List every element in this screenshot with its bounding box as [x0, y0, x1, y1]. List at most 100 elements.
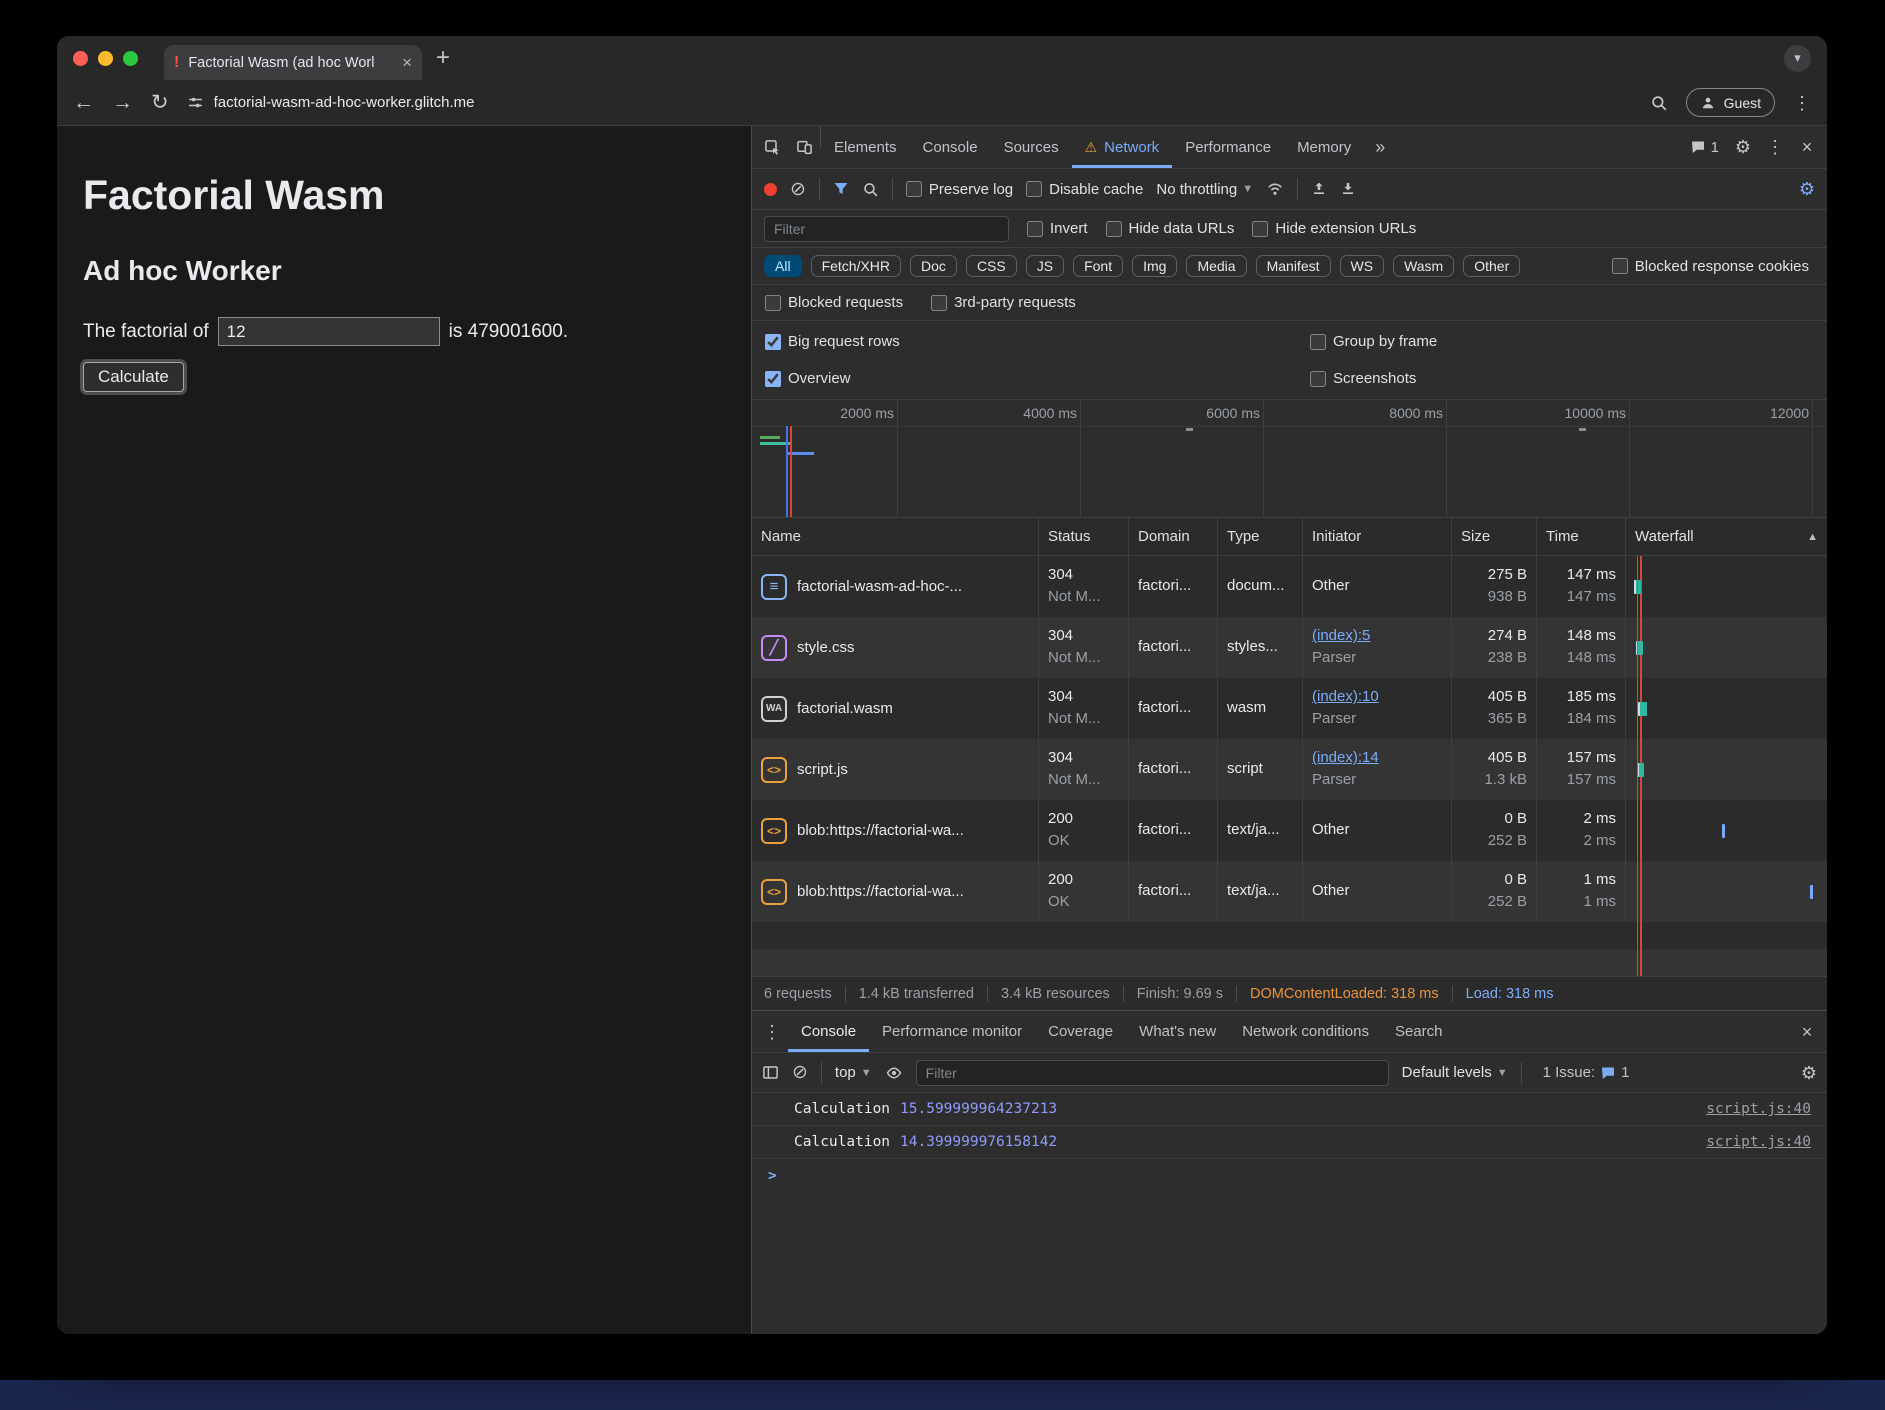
overview-checkbox[interactable]: Overview: [765, 370, 851, 387]
drawer-tab-network-conditions[interactable]: Network conditions: [1229, 1011, 1382, 1052]
record-button[interactable]: [764, 183, 777, 196]
hide-data-urls-input[interactable]: [1106, 221, 1122, 237]
drawer-tab-performance-monitor[interactable]: Performance monitor: [869, 1011, 1035, 1052]
table-row[interactable]: ╱ style.css 304 Not M... factori... styl…: [752, 617, 1827, 678]
big-request-rows-checkbox[interactable]: Big request rows: [765, 333, 900, 350]
export-har-icon[interactable]: [1340, 181, 1356, 197]
browser-tab[interactable]: ! Factorial Wasm (ad hoc Worl ×: [164, 45, 422, 80]
column-header-waterfall[interactable]: Waterfall ▲: [1626, 518, 1827, 555]
request-name-cell[interactable]: WA factorial.wasm: [752, 678, 1039, 739]
network-filter-input[interactable]: [764, 216, 1009, 242]
request-name-cell[interactable]: ╱ style.css: [752, 617, 1039, 678]
screenshots-checkbox[interactable]: Screenshots: [1310, 370, 1416, 387]
table-row[interactable]: <> blob:https://factorial-wa... 200 OK f…: [752, 800, 1827, 861]
calculate-button[interactable]: Calculate: [83, 362, 184, 392]
search-icon[interactable]: [862, 181, 879, 198]
issues-counter[interactable]: 1 Issue: 1: [1535, 1064, 1638, 1081]
third-party-requests-input[interactable]: [931, 295, 947, 311]
close-window-button[interactable]: [73, 51, 88, 66]
console-filter-input[interactable]: [916, 1060, 1389, 1086]
reload-icon[interactable]: ↻: [151, 92, 169, 113]
console-settings-gear-icon[interactable]: ⚙: [1801, 1064, 1817, 1082]
tab-memory[interactable]: Memory: [1284, 126, 1364, 168]
back-icon[interactable]: ←: [73, 92, 94, 113]
close-drawer-icon[interactable]: ×: [1791, 1011, 1823, 1052]
chip-all[interactable]: All: [764, 255, 802, 277]
chip-doc[interactable]: Doc: [910, 255, 957, 277]
chip-img[interactable]: Img: [1132, 255, 1177, 277]
chip-js[interactable]: JS: [1026, 255, 1064, 277]
initiator-link[interactable]: (index):5: [1312, 627, 1442, 646]
table-row[interactable]: <> blob:https://factorial-wa... 200 OK f…: [752, 861, 1827, 922]
forward-icon[interactable]: →: [112, 92, 133, 113]
settings-gear-icon[interactable]: ⚙: [1727, 126, 1759, 168]
overview-input[interactable]: [765, 371, 781, 387]
tab-search-button[interactable]: ▾: [1784, 45, 1811, 72]
browser-menu-icon[interactable]: ⋮: [1793, 94, 1811, 112]
column-header-initiator[interactable]: Initiator: [1303, 518, 1452, 555]
tab-performance[interactable]: Performance: [1172, 126, 1284, 168]
group-by-frame-checkbox[interactable]: Group by frame: [1310, 333, 1437, 350]
issues-button[interactable]: 1: [1682, 126, 1727, 168]
third-party-requests-checkbox[interactable]: 3rd-party requests: [931, 294, 1076, 311]
blocked-response-cookies-input[interactable]: [1612, 258, 1628, 274]
column-header-name[interactable]: Name: [752, 518, 1039, 555]
network-overview-timeline[interactable]: 2000 ms 4000 ms 6000 ms 8000 ms 10000 ms…: [752, 400, 1827, 518]
throttling-dropdown[interactable]: No throttling ▼: [1156, 181, 1253, 198]
request-name-cell[interactable]: <> blob:https://factorial-wa...: [752, 861, 1039, 922]
clear-icon[interactable]: ⊘: [790, 180, 806, 199]
chip-fetch-xhr[interactable]: Fetch/XHR: [811, 255, 901, 277]
drawer-tab-search[interactable]: Search: [1382, 1011, 1456, 1052]
drawer-tab-console[interactable]: Console: [788, 1011, 869, 1052]
chip-wasm[interactable]: Wasm: [1393, 255, 1454, 277]
device-toolbar-icon[interactable]: [788, 126, 820, 168]
minimize-window-button[interactable]: [98, 51, 113, 66]
maximize-window-button[interactable]: [123, 51, 138, 66]
column-header-time[interactable]: Time: [1537, 518, 1626, 555]
console-source-link[interactable]: script.js:40: [1706, 1101, 1811, 1117]
initiator-link[interactable]: (index):14: [1312, 749, 1442, 768]
chip-css[interactable]: CSS: [966, 255, 1017, 277]
blocked-requests-input[interactable]: [765, 295, 781, 311]
filter-funnel-icon[interactable]: [833, 181, 849, 197]
url-text[interactable]: factorial-wasm-ad-hoc-worker.glitch.me: [214, 94, 475, 111]
hide-data-urls-checkbox[interactable]: Hide data URLs: [1106, 220, 1235, 237]
disable-cache-checkbox[interactable]: Disable cache: [1026, 181, 1143, 198]
invert-input[interactable]: [1027, 221, 1043, 237]
profile-button[interactable]: Guest: [1686, 88, 1775, 117]
drawer-tab-whats-new[interactable]: What's new: [1126, 1011, 1229, 1052]
preserve-log-checkbox[interactable]: Preserve log: [906, 181, 1013, 198]
group-by-frame-input[interactable]: [1310, 334, 1326, 350]
column-header-status[interactable]: Status: [1039, 518, 1129, 555]
table-row[interactable]: WA factorial.wasm 304 Not M... factori..…: [752, 678, 1827, 739]
tab-console[interactable]: Console: [910, 126, 991, 168]
tab-sources[interactable]: Sources: [991, 126, 1072, 168]
column-header-domain[interactable]: Domain: [1129, 518, 1218, 555]
drawer-tab-coverage[interactable]: Coverage: [1035, 1011, 1126, 1052]
request-name-cell[interactable]: <> script.js: [752, 739, 1039, 800]
inspect-element-icon[interactable]: [756, 126, 788, 168]
table-row[interactable]: <> script.js 304 Not M... factori... scr…: [752, 739, 1827, 800]
console-source-link[interactable]: script.js:40: [1706, 1134, 1811, 1150]
blocked-response-cookies-checkbox[interactable]: Blocked response cookies: [1612, 258, 1809, 275]
request-name-cell[interactable]: <> blob:https://factorial-wa...: [752, 800, 1039, 861]
chip-font[interactable]: Font: [1073, 255, 1123, 277]
tab-network[interactable]: ⚠ Network: [1072, 126, 1173, 168]
network-conditions-icon[interactable]: [1266, 180, 1284, 198]
column-header-type[interactable]: Type: [1218, 518, 1303, 555]
chip-ws[interactable]: WS: [1340, 255, 1385, 277]
hide-extension-urls-input[interactable]: [1252, 221, 1268, 237]
tab-elements[interactable]: Elements: [821, 126, 910, 168]
drawer-menu-icon[interactable]: ⋮: [756, 1011, 788, 1052]
log-levels-dropdown[interactable]: Default levels ▼: [1402, 1064, 1508, 1081]
big-request-rows-input[interactable]: [765, 334, 781, 350]
initiator-link[interactable]: (index):10: [1312, 688, 1442, 707]
network-settings-gear-icon[interactable]: ⚙: [1799, 180, 1815, 198]
chip-manifest[interactable]: Manifest: [1256, 255, 1331, 277]
tab-close-icon[interactable]: ×: [402, 54, 412, 71]
address-bar[interactable]: factorial-wasm-ad-hoc-worker.glitch.me: [187, 94, 1632, 111]
factorial-input[interactable]: [218, 317, 440, 346]
console-prompt[interactable]: >: [752, 1159, 1827, 1184]
close-devtools-icon[interactable]: ×: [1791, 126, 1823, 168]
invert-checkbox[interactable]: Invert: [1027, 220, 1088, 237]
